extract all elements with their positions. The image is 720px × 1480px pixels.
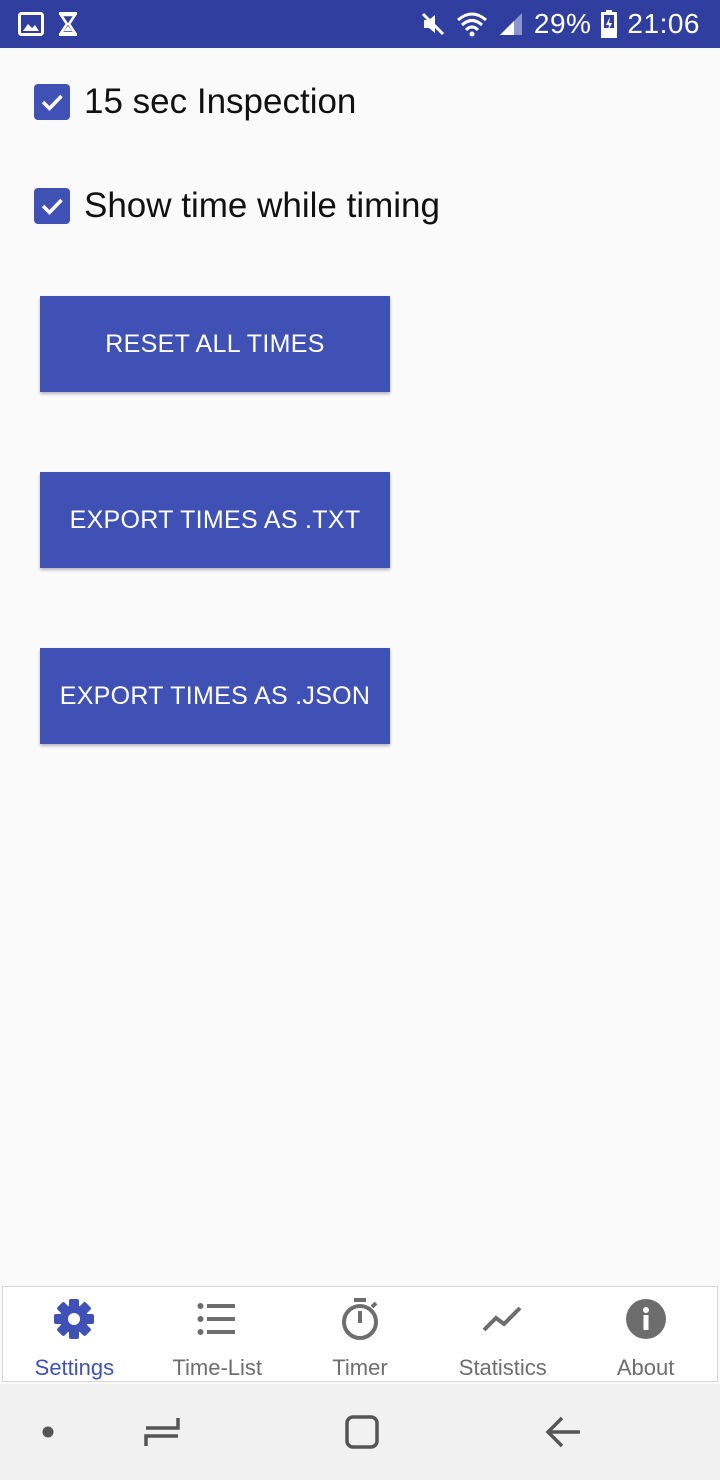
gear-icon	[52, 1297, 96, 1341]
nav-item-settings[interactable]: Settings	[3, 1287, 146, 1381]
inspection-setting[interactable]: 15 sec Inspection	[34, 82, 356, 122]
trend-icon	[482, 1297, 524, 1341]
show-time-label: Show time while timing	[84, 186, 440, 225]
nav-label-timer: Timer	[332, 1355, 388, 1380]
checkmark-icon	[41, 198, 63, 216]
export-json-button[interactable]: EXPORT TIMES AS .JSON	[40, 648, 390, 744]
nav-item-about[interactable]: About	[574, 1287, 717, 1381]
signal-icon	[498, 11, 524, 37]
hourglass-icon	[58, 11, 78, 37]
export-txt-button[interactable]: EXPORT TIMES AS .TXT	[40, 472, 390, 568]
status-right: 29% 21:06	[420, 8, 700, 40]
inspection-label: 15 sec Inspection	[84, 82, 357, 121]
battery-icon	[601, 10, 618, 38]
battery-percentage: 29%	[533, 8, 592, 39]
mute-icon	[420, 11, 446, 37]
nav-label-time-list: Time-List	[172, 1355, 263, 1380]
nav-label-statistics: Statistics	[458, 1355, 547, 1380]
nav-label-settings: Settings	[34, 1355, 115, 1380]
image-icon	[18, 12, 44, 36]
clock: 21:06	[627, 8, 700, 39]
system-navigation-bar	[0, 1384, 720, 1480]
nav-item-statistics[interactable]: Statistics	[431, 1287, 574, 1381]
list-icon	[197, 1297, 237, 1341]
nav-item-time-list[interactable]: Time-List	[146, 1287, 289, 1381]
status-left	[18, 11, 78, 37]
reset-all-times-button[interactable]: RESET ALL TIMES	[40, 296, 390, 392]
nav-label-about: About	[616, 1355, 675, 1380]
status-bar: 29% 21:06	[0, 0, 720, 48]
nav-item-timer[interactable]: Timer	[289, 1287, 432, 1381]
show-time-checkbox[interactable]	[34, 188, 70, 224]
checkmark-icon	[41, 94, 63, 112]
stopwatch-icon	[339, 1297, 381, 1341]
info-icon	[625, 1297, 667, 1341]
wifi-icon	[456, 11, 488, 37]
home-icon[interactable]	[336, 1384, 388, 1480]
recent-apps-icon[interactable]	[136, 1384, 188, 1480]
show-time-setting[interactable]: Show time while timing	[34, 186, 440, 226]
inspection-checkbox[interactable]	[34, 84, 70, 120]
bottom-navigation: Settings Time-List Timer Statistics Abou…	[2, 1286, 718, 1382]
back-icon[interactable]	[538, 1384, 590, 1480]
dot-icon[interactable]	[28, 1384, 68, 1480]
